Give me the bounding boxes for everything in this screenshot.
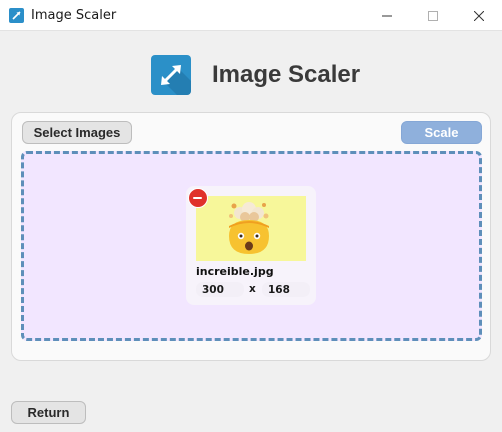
maximize-icon[interactable] (410, 0, 456, 31)
expand-arrows-icon (151, 55, 191, 95)
title-bar: Image Scaler (0, 0, 502, 31)
image-filename: increible.jpg (196, 265, 274, 278)
scale-button[interactable]: Scale (401, 121, 482, 144)
app-heading: Image Scaler (212, 61, 361, 88)
window-title: Image Scaler (31, 8, 117, 23)
remove-icon[interactable] (188, 188, 208, 208)
app-icon (9, 8, 24, 23)
dimension-separator: x (249, 283, 256, 295)
select-images-button[interactable]: Select Images (22, 121, 132, 144)
width-field[interactable]: 300 (196, 282, 244, 297)
return-button[interactable]: Return (11, 401, 86, 424)
height-field[interactable]: 168 (262, 282, 310, 297)
minimize-icon[interactable] (364, 0, 410, 31)
image-thumbnail (196, 196, 306, 261)
close-icon[interactable] (456, 0, 502, 31)
